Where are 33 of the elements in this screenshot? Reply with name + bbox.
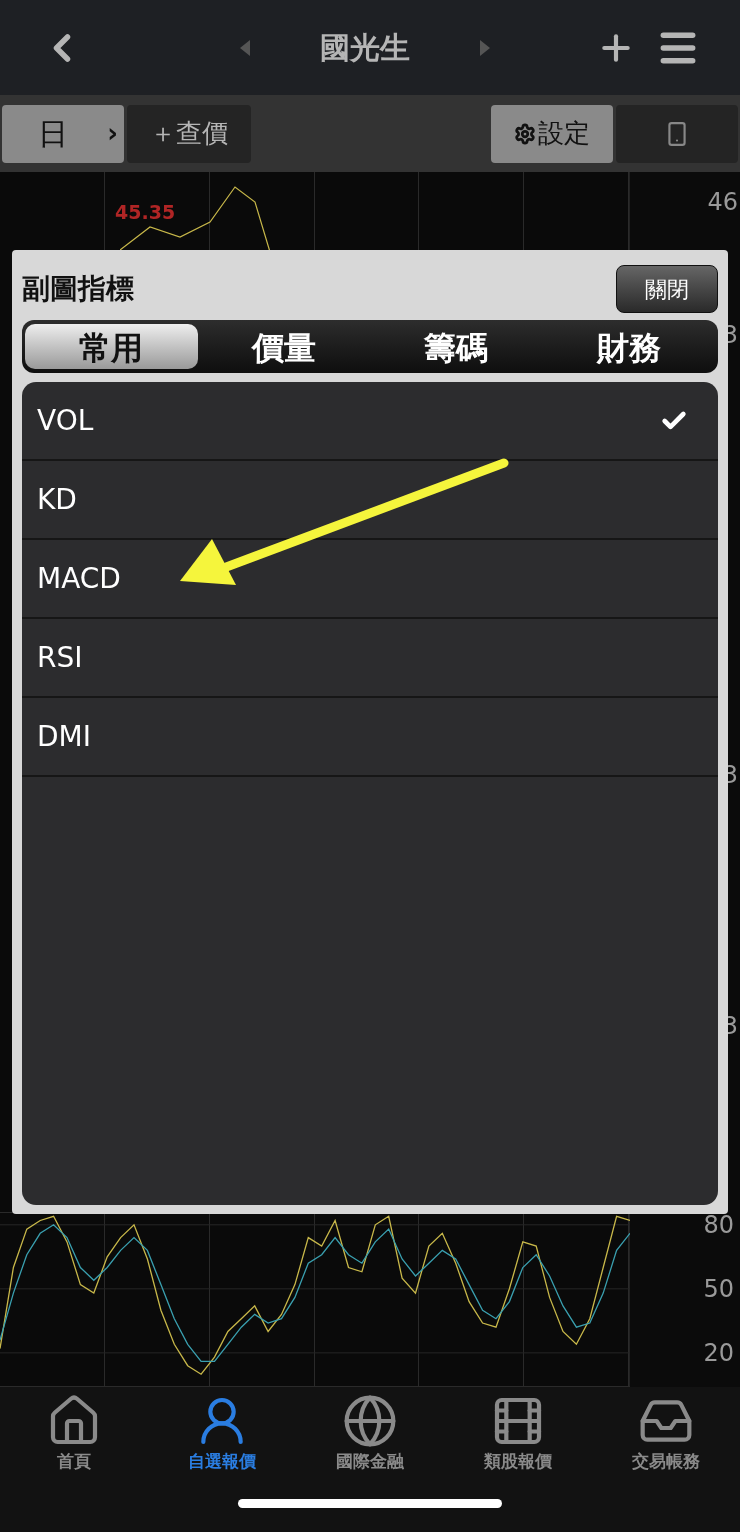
period-label: 日 — [38, 115, 68, 153]
axis-label: 80 — [703, 1210, 734, 1239]
nav-tab[interactable]: 交易帳務 — [592, 1393, 740, 1475]
indicator-item[interactable]: RSI — [22, 619, 718, 698]
indicator-label: RSI — [37, 639, 83, 676]
close-button[interactable]: 關閉 — [616, 265, 718, 313]
settings-button[interactable]: 設定 — [491, 104, 613, 163]
indicator-label: KD — [37, 481, 77, 518]
tab[interactable]: 財務 — [542, 324, 715, 369]
indicator-item[interactable]: DMI — [22, 698, 718, 777]
gear-icon — [514, 122, 536, 145]
price-label: 45.35 — [115, 200, 176, 225]
tab[interactable]: 價量 — [197, 324, 370, 369]
chevron-glyph: › — [107, 117, 118, 150]
axis-label: 50 — [703, 1274, 734, 1303]
nav-tab[interactable]: 國際金融 — [296, 1393, 444, 1475]
dialog-title: 副圖指標 — [22, 271, 134, 307]
add-quote-button[interactable]: ＋查價 — [127, 104, 251, 163]
nav-tab[interactable]: 自選報價 — [148, 1393, 296, 1475]
indicator-label: DMI — [37, 718, 91, 755]
axis-label: 20 — [703, 1338, 734, 1367]
indicator-item[interactable]: VOL — [22, 382, 718, 461]
stock-title: 國光生 — [320, 29, 410, 67]
nav-tab[interactable]: 類股報價 — [444, 1393, 592, 1475]
tab[interactable]: 籌碼 — [370, 324, 543, 369]
nav-tab[interactable]: 首頁 — [0, 1393, 148, 1475]
indicator-label: MACD — [37, 560, 121, 597]
axis-label: 46 — [707, 187, 738, 218]
globe-icon — [342, 1393, 398, 1449]
indicator-label: VOL — [37, 402, 94, 439]
tab[interactable]: 常用 — [25, 324, 198, 369]
indicator-item[interactable]: KD — [22, 461, 718, 540]
period-selector[interactable]: 日 › — [2, 104, 124, 163]
